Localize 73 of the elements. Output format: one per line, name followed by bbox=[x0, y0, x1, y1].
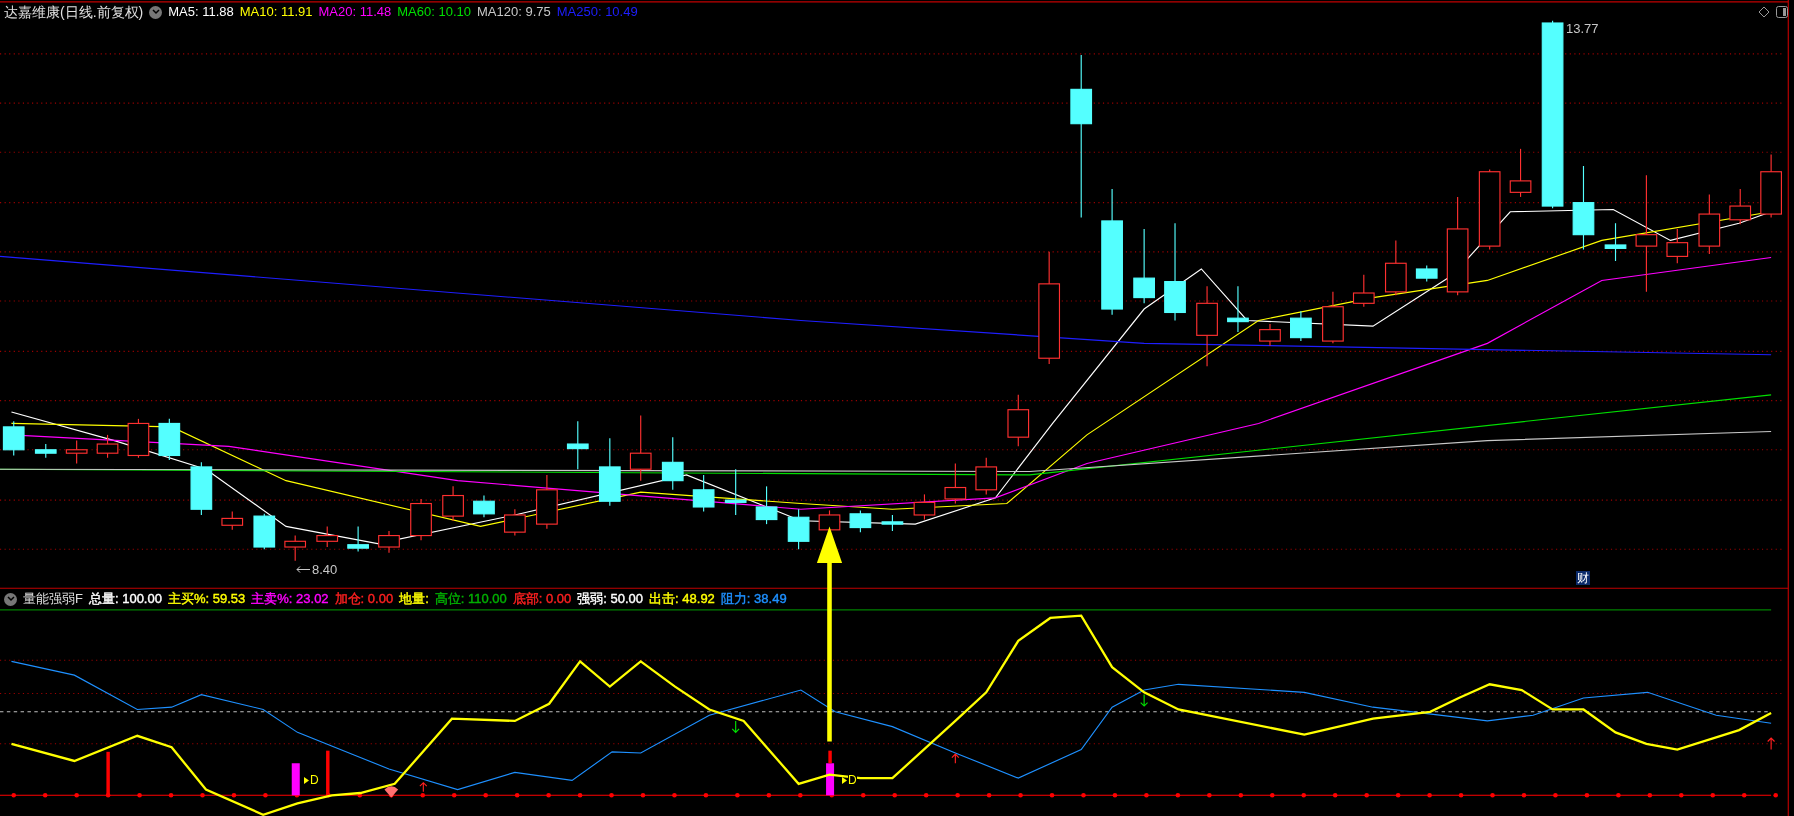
candlestick bbox=[818, 509, 841, 534]
candlestick bbox=[1290, 310, 1312, 342]
candlestick bbox=[65, 440, 88, 465]
candlestick bbox=[692, 474, 715, 513]
dropdown-icon[interactable] bbox=[149, 5, 163, 19]
up-arrow-icon bbox=[951, 753, 960, 764]
candlestick bbox=[1352, 274, 1375, 308]
candlestick bbox=[1698, 194, 1721, 255]
candlestick bbox=[127, 418, 150, 459]
candlestick bbox=[158, 418, 181, 461]
candlestick bbox=[316, 525, 339, 548]
signal-bar bbox=[291, 763, 300, 796]
down-arrow-icon bbox=[731, 720, 740, 734]
candlestick bbox=[787, 508, 810, 550]
candlestick bbox=[849, 509, 872, 533]
signal-bar bbox=[106, 751, 110, 796]
candlestick bbox=[504, 508, 526, 537]
candlestick bbox=[629, 414, 652, 482]
candlestick bbox=[1007, 394, 1030, 447]
finance-marker: 财 bbox=[1576, 571, 1590, 585]
candlestick bbox=[724, 468, 747, 516]
candlestick bbox=[378, 530, 400, 554]
candlestick bbox=[1415, 265, 1438, 283]
candlestick bbox=[1227, 285, 1249, 333]
down-arrow-icon bbox=[1140, 694, 1149, 707]
candlestick bbox=[34, 443, 57, 459]
ma-legend-item: MA250: 10.49 bbox=[556, 3, 638, 22]
candlestick bbox=[598, 437, 621, 507]
candlestick bbox=[881, 514, 904, 532]
candlestick bbox=[473, 494, 495, 518]
high-price-label: 13.77 bbox=[1566, 20, 1599, 38]
diamond-icon[interactable] bbox=[1758, 6, 1770, 18]
dropdown-icon[interactable] bbox=[4, 592, 17, 606]
indicator-title: 量能强弱F bbox=[23, 590, 83, 609]
candlestick bbox=[975, 457, 998, 495]
arrow-icon bbox=[296, 566, 310, 573]
candlestick bbox=[755, 485, 778, 525]
signal-bar bbox=[326, 750, 330, 796]
triangle-icon bbox=[304, 776, 309, 784]
candlestick bbox=[190, 461, 213, 516]
panel-icon[interactable] bbox=[1776, 6, 1788, 18]
ma-legend-item: MA10: 11.91 bbox=[239, 3, 313, 22]
up-arrow-icon bbox=[419, 781, 428, 793]
low-price-label: 8.40 bbox=[312, 561, 338, 579]
candlestick bbox=[410, 498, 432, 541]
candlestick bbox=[661, 436, 684, 491]
candlestick bbox=[96, 434, 119, 459]
candlestick bbox=[944, 462, 967, 505]
candlestick bbox=[253, 513, 276, 550]
candlestick bbox=[1509, 148, 1532, 198]
ma-legend-item: MA60: 10.10 bbox=[397, 3, 471, 22]
candlestick bbox=[1729, 188, 1752, 225]
chart-title: 达嘉维康(日线.前复权) bbox=[4, 2, 144, 22]
up-arrow-icon bbox=[1767, 737, 1776, 751]
candlestick bbox=[1322, 291, 1344, 344]
candlestick bbox=[284, 535, 307, 562]
candlestick bbox=[221, 510, 244, 531]
candlestick bbox=[566, 420, 589, 470]
candlestick bbox=[1604, 222, 1627, 262]
candlestick bbox=[442, 485, 464, 522]
ma-legend-item: MA120: 9.75 bbox=[477, 3, 551, 22]
ma-legend-item: MA5: 11.88 bbox=[168, 3, 234, 22]
candlestick bbox=[2, 420, 25, 457]
candlestick bbox=[536, 474, 558, 530]
ma-legend-item: MA20: 11.48 bbox=[318, 3, 392, 22]
triangle-icon bbox=[842, 776, 847, 784]
candlestick bbox=[1259, 323, 1281, 347]
fan-icon bbox=[384, 786, 399, 798]
candlestick bbox=[347, 525, 369, 553]
candlestick bbox=[1384, 239, 1407, 296]
candlestick bbox=[1666, 228, 1689, 264]
candlestick bbox=[913, 493, 936, 521]
candlestick bbox=[1760, 154, 1782, 219]
